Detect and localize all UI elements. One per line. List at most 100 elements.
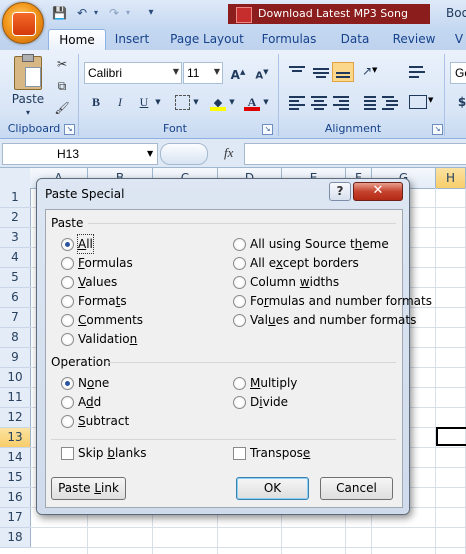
radio-button[interactable] bbox=[61, 415, 74, 428]
orientation-icon[interactable]: ↗ ▼ bbox=[358, 62, 380, 82]
checkbox-box[interactable] bbox=[233, 447, 246, 460]
paste-option[interactable]: All except borders bbox=[233, 254, 403, 272]
formula-bar-expand-handle[interactable] bbox=[160, 143, 208, 165]
radio-button[interactable] bbox=[61, 276, 74, 289]
select-all-corner[interactable] bbox=[0, 168, 31, 189]
cancel-button[interactable]: Cancel bbox=[320, 477, 393, 500]
align-right-icon[interactable] bbox=[330, 92, 352, 112]
row-header[interactable]: 16 bbox=[0, 488, 31, 508]
insert-function-button[interactable]: fx bbox=[224, 145, 233, 161]
paste-option[interactable]: Formulas bbox=[61, 254, 231, 272]
operation-option[interactable]: Multiply bbox=[233, 374, 403, 392]
row-header[interactable]: 12 bbox=[0, 408, 31, 428]
tab-page-layout[interactable]: Page Layout bbox=[170, 29, 244, 50]
row-header[interactable]: 8 bbox=[0, 328, 31, 348]
chevron-down-icon[interactable]: ▼ bbox=[147, 149, 153, 158]
paste-option[interactable]: Values bbox=[61, 273, 231, 291]
radio-button[interactable] bbox=[233, 295, 246, 308]
font-name-combo[interactable]: Calibri ▼ bbox=[84, 62, 182, 84]
radio-button[interactable] bbox=[233, 377, 246, 390]
transpose-checkbox[interactable]: Transpose bbox=[233, 444, 353, 462]
tab-view[interactable]: V bbox=[452, 29, 466, 50]
font-color-button[interactable]: A bbox=[242, 92, 262, 112]
radio-button[interactable] bbox=[61, 377, 74, 390]
cut-icon[interactable]: ✂ bbox=[54, 56, 70, 72]
increase-indent-icon[interactable] bbox=[380, 92, 402, 112]
paste-link-button[interactable]: Paste Link bbox=[51, 477, 126, 500]
taskbar-app-button[interactable]: Download Latest MP3 Song bbox=[228, 4, 430, 24]
row-header[interactable]: 11 bbox=[0, 388, 31, 408]
align-center-icon[interactable] bbox=[308, 92, 330, 112]
underline-button[interactable]: U bbox=[134, 92, 154, 112]
underline-dropdown-icon[interactable]: ▼ bbox=[154, 92, 162, 112]
shrink-font-button[interactable]: A▼ bbox=[252, 62, 272, 82]
save-icon[interactable]: 💾 bbox=[52, 5, 67, 21]
radio-button[interactable] bbox=[61, 396, 74, 409]
decrease-indent-icon[interactable] bbox=[356, 92, 378, 112]
customize-toolbar-icon[interactable]: ▾ bbox=[146, 5, 156, 21]
radio-button[interactable] bbox=[233, 396, 246, 409]
tab-data[interactable]: Data bbox=[336, 29, 374, 50]
radio-button[interactable] bbox=[233, 276, 246, 289]
office-button[interactable] bbox=[2, 2, 44, 44]
row-header[interactable]: 4 bbox=[0, 248, 31, 268]
row-header[interactable]: 10 bbox=[0, 368, 31, 388]
row-header[interactable]: 6 bbox=[0, 288, 31, 308]
copy-icon[interactable]: ⧉ bbox=[54, 78, 70, 94]
borders-button[interactable] bbox=[172, 92, 192, 112]
ok-button[interactable]: OK bbox=[236, 477, 309, 500]
radio-button[interactable] bbox=[61, 295, 74, 308]
format-painter-icon[interactable]: 🖌 bbox=[54, 100, 70, 116]
radio-button[interactable] bbox=[233, 257, 246, 270]
font-color-dropdown-icon[interactable]: ▼ bbox=[262, 92, 270, 112]
operation-option[interactable]: Divide bbox=[233, 393, 403, 411]
radio-button[interactable] bbox=[61, 333, 74, 346]
chevron-down-icon[interactable]: ▼ bbox=[214, 67, 220, 76]
row-header[interactable]: 5 bbox=[0, 268, 31, 288]
skip-blanks-checkbox[interactable]: Skip blanks bbox=[61, 444, 181, 462]
grow-font-button[interactable]: A▲ bbox=[228, 62, 248, 82]
tab-home[interactable]: Home bbox=[48, 29, 106, 51]
paste-option[interactable]: Formulas and number formats bbox=[233, 292, 432, 310]
tab-formulas[interactable]: Formulas bbox=[260, 29, 318, 50]
formula-input[interactable] bbox=[244, 143, 466, 165]
number-format-combo[interactable]: Ge bbox=[450, 62, 466, 84]
tab-review[interactable]: Review bbox=[390, 29, 438, 50]
paste-dropdown-icon[interactable]: ▾ bbox=[23, 108, 33, 117]
align-top-icon[interactable] bbox=[286, 62, 308, 82]
paste-option[interactable]: Column widths bbox=[233, 273, 403, 291]
tab-insert[interactable]: Insert bbox=[110, 29, 154, 50]
radio-button[interactable] bbox=[61, 314, 74, 327]
paste-option[interactable]: Comments bbox=[61, 311, 231, 329]
clipboard-launcher-icon[interactable]: ↘ bbox=[64, 124, 75, 135]
wrap-text-icon[interactable] bbox=[406, 62, 430, 82]
align-left-icon[interactable] bbox=[286, 92, 308, 112]
active-cell[interactable] bbox=[436, 427, 466, 446]
paste-option[interactable]: All using Source theme bbox=[233, 235, 403, 253]
operation-option[interactable]: Add bbox=[61, 393, 231, 411]
paste-option[interactable]: All bbox=[61, 234, 231, 254]
close-button[interactable]: ✕ bbox=[353, 182, 403, 201]
italic-button[interactable]: I bbox=[110, 92, 130, 112]
column-header[interactable]: H bbox=[436, 168, 466, 189]
row-header[interactable]: 17 bbox=[0, 508, 31, 528]
name-box[interactable]: H13 ▼ bbox=[2, 143, 158, 165]
fill-color-button[interactable]: ◆ bbox=[208, 92, 228, 112]
row-header[interactable]: 7 bbox=[0, 308, 31, 328]
alignment-launcher-icon[interactable]: ↘ bbox=[432, 124, 443, 135]
row-header[interactable]: 2 bbox=[0, 208, 31, 228]
row-header[interactable]: 3 bbox=[0, 228, 31, 248]
align-bottom-icon[interactable] bbox=[332, 62, 354, 82]
radio-button[interactable] bbox=[233, 314, 246, 327]
paste-option[interactable]: Values and number formats bbox=[233, 311, 416, 329]
row-header[interactable]: 13 bbox=[0, 428, 31, 448]
row-header[interactable]: 9 bbox=[0, 348, 31, 368]
fill-color-dropdown-icon[interactable]: ▼ bbox=[228, 92, 236, 112]
operation-option[interactable]: None bbox=[61, 374, 231, 392]
help-button[interactable]: ? bbox=[329, 182, 351, 201]
undo-icon[interactable]: ↶ bbox=[74, 5, 90, 21]
row-header[interactable]: 1 bbox=[0, 188, 31, 208]
chevron-down-icon[interactable]: ▼ bbox=[173, 67, 179, 76]
currency-button[interactable]: $ bbox=[452, 92, 466, 112]
row-header[interactable]: 14 bbox=[0, 448, 31, 468]
